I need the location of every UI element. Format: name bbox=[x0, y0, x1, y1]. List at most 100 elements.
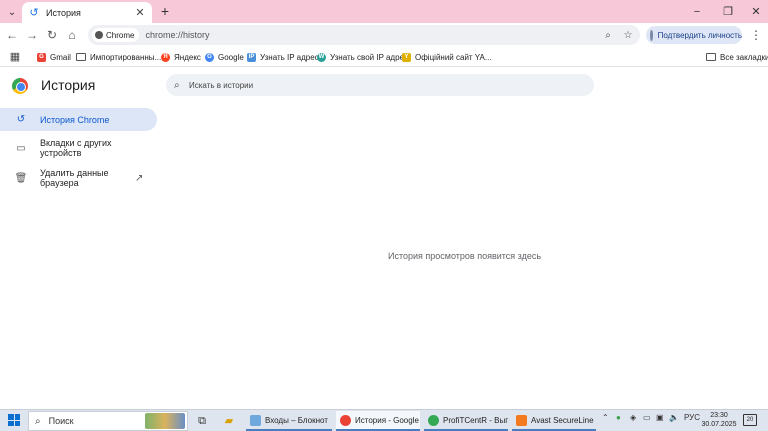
bookmarks-bar: ▦ G Gmail Импортированны... Я Яндекс G G… bbox=[0, 47, 768, 67]
file-explorer-icon[interactable]: ▰ bbox=[220, 412, 238, 430]
avast-icon bbox=[516, 414, 527, 426]
minimize-button[interactable]: − bbox=[686, 4, 708, 20]
taskbar-search[interactable]: ⌕ Поиск bbox=[28, 411, 188, 431]
bookmark-label: Яндекс bbox=[174, 52, 201, 62]
maximize-button[interactable]: ❐ bbox=[717, 4, 739, 20]
taskbar-search-label: Поиск bbox=[48, 416, 74, 426]
clock-time: 23:30 bbox=[710, 412, 728, 419]
google-icon: G bbox=[205, 52, 214, 62]
tab-history[interactable]: ↺ История ✕ bbox=[22, 2, 152, 23]
taskbar-app-label: Avast SecureLine V... bbox=[531, 415, 596, 425]
bookmark-official-site[interactable]: Y Офіційний сайт YA... bbox=[402, 50, 492, 64]
volume-icon[interactable]: 🔈 bbox=[669, 413, 679, 422]
bookmark-label: Gmail bbox=[50, 52, 71, 62]
bookmark-star-icon[interactable]: ☆ bbox=[620, 30, 636, 41]
bookmark-folder-imported[interactable]: Импортированны... bbox=[76, 50, 161, 64]
taskbar-app-profitcentr[interactable]: ProfiTCentR - Вып... bbox=[424, 411, 508, 431]
search-highlight-image bbox=[145, 413, 185, 429]
tab-search-chevron-icon[interactable]: ⌄ bbox=[4, 4, 20, 20]
site-info-chip[interactable]: Chrome bbox=[92, 28, 140, 42]
empty-history-message: История просмотров появится здесь bbox=[388, 251, 542, 261]
chip-label: Chrome bbox=[106, 30, 135, 40]
w-icon: W bbox=[317, 52, 326, 62]
url-text[interactable]: chrome://history bbox=[145, 30, 600, 40]
zoom-search-icon[interactable]: ⌕ bbox=[600, 30, 616, 41]
address-bar[interactable]: Chrome chrome://history ⌕ ☆ bbox=[88, 25, 640, 45]
search-icon: ⌕ bbox=[174, 79, 180, 91]
tray-shield-icon[interactable]: ◈ bbox=[630, 413, 636, 422]
taskbar: ⌕ Поиск ⧉ ▰ Входы – Блокнот История - Go… bbox=[0, 409, 768, 431]
notepad-icon bbox=[250, 414, 261, 426]
notifications-icon[interactable]: 20 bbox=[743, 414, 757, 426]
taskbar-app-notepad[interactable]: Входы – Блокнот bbox=[246, 411, 332, 431]
bookmark-my-ip[interactable]: W Узнать свой IP адрес bbox=[317, 50, 408, 64]
tray-chevron-icon[interactable]: ⌃ bbox=[602, 413, 609, 422]
gmail-icon: G bbox=[37, 52, 46, 62]
bookmark-label: Узнать IP адрес bbox=[260, 52, 319, 62]
history-search-input[interactable] bbox=[189, 80, 569, 90]
network-icon[interactable]: ▣ bbox=[656, 413, 664, 422]
folder-icon bbox=[706, 53, 716, 61]
browser-toolbar: ← → ↻ ⌂ Chrome chrome://history ⌕ ☆ Подт… bbox=[0, 23, 768, 47]
history-icon: ↺ bbox=[29, 7, 39, 19]
sidebar-item-label: Вкладки с других устройств bbox=[40, 138, 112, 158]
taskbar-app-label: История - Google ... bbox=[355, 415, 420, 425]
windows-start-icon[interactable] bbox=[8, 414, 20, 426]
avatar bbox=[650, 29, 653, 41]
chrome-icon bbox=[340, 414, 351, 426]
taskbar-app-chrome[interactable]: История - Google ... bbox=[336, 411, 420, 431]
system-clock[interactable]: 23:30 30.07.2025 bbox=[700, 411, 738, 429]
profile-label: Подтвердить личность bbox=[657, 30, 742, 40]
open-external-icon: ↗ bbox=[135, 172, 144, 184]
tray-app-icon[interactable]: ● bbox=[616, 413, 621, 422]
yandex-icon: Я bbox=[161, 52, 170, 62]
forward-icon[interactable]: → bbox=[24, 27, 40, 43]
home-icon[interactable]: ⌂ bbox=[64, 27, 80, 43]
tab-strip: ⌄ ↺ История ✕ + − ❐ ✕ bbox=[0, 0, 768, 23]
bookmark-label: Импортированны... bbox=[90, 52, 162, 62]
trash-icon: 🗑 bbox=[14, 172, 28, 184]
chrome-icon bbox=[95, 31, 103, 39]
history-icon: ↺ bbox=[16, 114, 26, 125]
folder-icon bbox=[76, 53, 86, 61]
taskbar-app-label: Входы – Блокнот bbox=[265, 415, 328, 425]
bookmark-label: Google bbox=[218, 52, 244, 62]
sidebar-item-label: Удалить данные браузера bbox=[40, 168, 109, 188]
back-icon[interactable]: ← bbox=[4, 27, 20, 43]
bookmark-ip-address[interactable]: IP Узнать IP адрес bbox=[247, 50, 319, 64]
tab-close-icon[interactable]: ✕ bbox=[134, 6, 146, 19]
language-indicator[interactable]: РУС bbox=[684, 413, 700, 422]
new-tab-button[interactable]: + bbox=[157, 4, 173, 20]
bookmark-google[interactable]: G Google bbox=[205, 50, 244, 64]
sidebar-item-clear-data[interactable]: 🗑 Удалить данные браузера ↗ bbox=[0, 166, 157, 190]
profile-button[interactable]: Подтвердить личность bbox=[646, 26, 742, 44]
chrome-logo-icon bbox=[12, 78, 28, 94]
y-icon: Y bbox=[402, 52, 411, 62]
tab-title: История bbox=[46, 7, 81, 18]
bookmark-gmail[interactable]: G Gmail bbox=[37, 50, 71, 64]
devices-icon: ▭ bbox=[16, 142, 26, 154]
sidebar-item-other-devices[interactable]: ▭ Вкладки с других устройств bbox=[0, 136, 157, 160]
all-bookmarks-label: Все закладки bbox=[720, 52, 768, 62]
bookmark-label: Узнать свой IP адрес bbox=[330, 52, 408, 62]
ip-icon: IP bbox=[247, 52, 256, 62]
bookmark-label: Офіційний сайт YA... bbox=[415, 52, 492, 62]
page-title: История bbox=[41, 77, 96, 93]
chrome-icon bbox=[428, 414, 439, 426]
task-view-icon[interactable]: ⧉ bbox=[193, 412, 211, 430]
taskbar-app-avast[interactable]: Avast SecureLine V... bbox=[512, 411, 596, 431]
more-menu-icon[interactable]: ⋮ bbox=[749, 27, 763, 43]
all-bookmarks[interactable]: Все закладки bbox=[706, 50, 768, 64]
sidebar-item-chrome-history[interactable]: ↺ История Chrome bbox=[0, 108, 157, 131]
close-window-button[interactable]: ✕ bbox=[745, 4, 767, 20]
history-search[interactable]: ⌕ bbox=[166, 74, 594, 96]
apps-grid-icon[interactable]: ▦ bbox=[8, 50, 22, 64]
search-icon: ⌕ bbox=[35, 415, 41, 427]
taskbar-app-label: ProfiTCentR - Вып... bbox=[443, 415, 508, 425]
reload-icon[interactable]: ↻ bbox=[44, 27, 60, 43]
history-page: История ⌕ ↺ История Chrome ▭ Вкладки с д… bbox=[0, 68, 768, 409]
bookmark-yandex[interactable]: Я Яндекс bbox=[161, 50, 201, 64]
battery-icon[interactable]: ▭ bbox=[643, 413, 651, 422]
clock-date: 30.07.2025 bbox=[701, 421, 737, 428]
sidebar-item-label: История Chrome bbox=[40, 114, 110, 125]
